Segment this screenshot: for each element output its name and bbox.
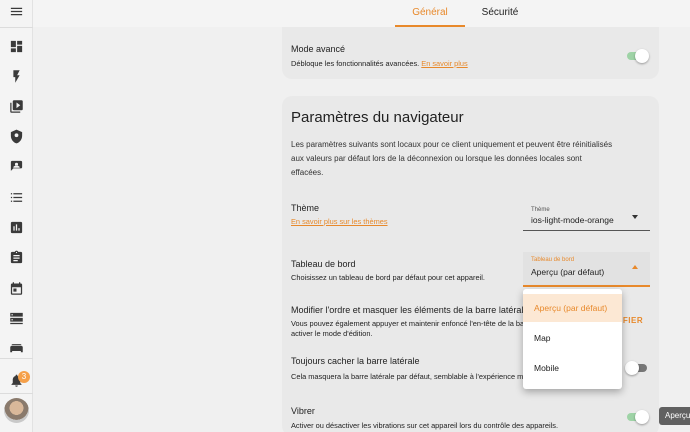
sidebar-divider [0, 393, 33, 394]
always-hide-desc: Cela masquera la barre latérale par défa… [291, 372, 541, 381]
theme-title: Thème [291, 203, 320, 213]
dropdown-arrow-icon [632, 265, 638, 269]
browser-settings-intro-line: aux valeurs par défaut lors de la déconn… [291, 154, 582, 163]
tab-general[interactable]: Général [395, 0, 465, 27]
advanced-mode-title: Mode avancé [291, 44, 346, 54]
shield-icon[interactable] [8, 128, 25, 145]
dashboard-option[interactable]: Mobile [523, 354, 622, 382]
vibrate-toggle[interactable] [625, 410, 649, 424]
sidebar-order-desc-line: activer le mode d'édition. [291, 329, 373, 338]
dashboard-option[interactable]: Aperçu (par défaut) [523, 294, 622, 322]
chart-icon[interactable] [8, 219, 25, 236]
theme-select-label: Thème [531, 207, 550, 213]
browser-settings-heading: Paramètres du navigateur [291, 109, 464, 126]
tab-security[interactable]: Sécurité [465, 0, 535, 27]
sidebar-divider [0, 27, 33, 28]
advanced-mode-desc-text: Débloque les fonctionnalités avancées. [291, 59, 420, 68]
dashboard-desc: Choisissez un tableau de bord par défaut… [291, 273, 485, 282]
dashboard-title: Tableau de bord [291, 259, 356, 269]
learn-more-link[interactable]: En savoir plus [421, 59, 467, 68]
sidebar-divider [0, 358, 33, 359]
notification-badge: 3 [18, 371, 30, 383]
media-icon[interactable] [8, 98, 25, 115]
vibrate-desc: Activer ou désactiver les vibrations sur… [291, 421, 559, 430]
theme-link-row: En savoir plus sur les thèmes [291, 216, 388, 227]
sidebar-order-title: Modifier l'ordre et masquer les éléments… [291, 305, 529, 315]
theme-select[interactable]: Thème ios-light-mode-orange [523, 202, 650, 231]
sidebar: 3 [0, 0, 33, 432]
lightning-icon[interactable] [8, 68, 25, 85]
browser-settings-intro-line: effacées. [291, 168, 324, 177]
advanced-mode-desc: Débloque les fonctionnalités avancées. E… [291, 58, 468, 69]
dashboard-option[interactable]: Map [523, 324, 622, 352]
dashboard-icon[interactable] [8, 38, 25, 55]
advanced-mode-toggle[interactable] [625, 49, 649, 63]
theme-select-value: ios-light-mode-orange [531, 215, 614, 225]
always-hide-title: Toujours cacher la barre latérale [291, 356, 420, 366]
clipboard-icon[interactable] [8, 249, 25, 266]
dropdown-arrow-icon [632, 215, 638, 219]
browser-settings-intro-line: Les paramètres suivants sont locaux pour… [291, 140, 613, 149]
menu-icon[interactable] [8, 3, 25, 20]
tab-bar: Général Sécurité [33, 0, 690, 27]
vibrate-title: Vibrer [291, 406, 315, 416]
theme-learn-more-link[interactable]: En savoir plus sur les thèmes [291, 217, 388, 226]
dashboard-select[interactable]: Tableau de bord Aperçu (par défaut) [523, 252, 650, 287]
tooltip: Aperçu [659, 407, 690, 425]
dashboard-dropdown-menu: Aperçu (par défaut) Map Mobile [523, 289, 622, 389]
dashboard-select-value: Aperçu (par défaut) [531, 267, 605, 277]
avatar[interactable] [4, 398, 29, 423]
dashboard-select-label: Tableau de bord [531, 257, 575, 263]
list-icon[interactable] [8, 189, 25, 206]
account-box-icon[interactable] [8, 158, 25, 175]
advanced-mode-card: Mode avancé Débloque les fonctionnalités… [282, 27, 659, 79]
always-hide-toggle[interactable] [625, 361, 649, 375]
calendar-icon[interactable] [8, 280, 25, 297]
server-icon[interactable] [8, 310, 25, 327]
sofa-icon[interactable] [8, 340, 25, 357]
